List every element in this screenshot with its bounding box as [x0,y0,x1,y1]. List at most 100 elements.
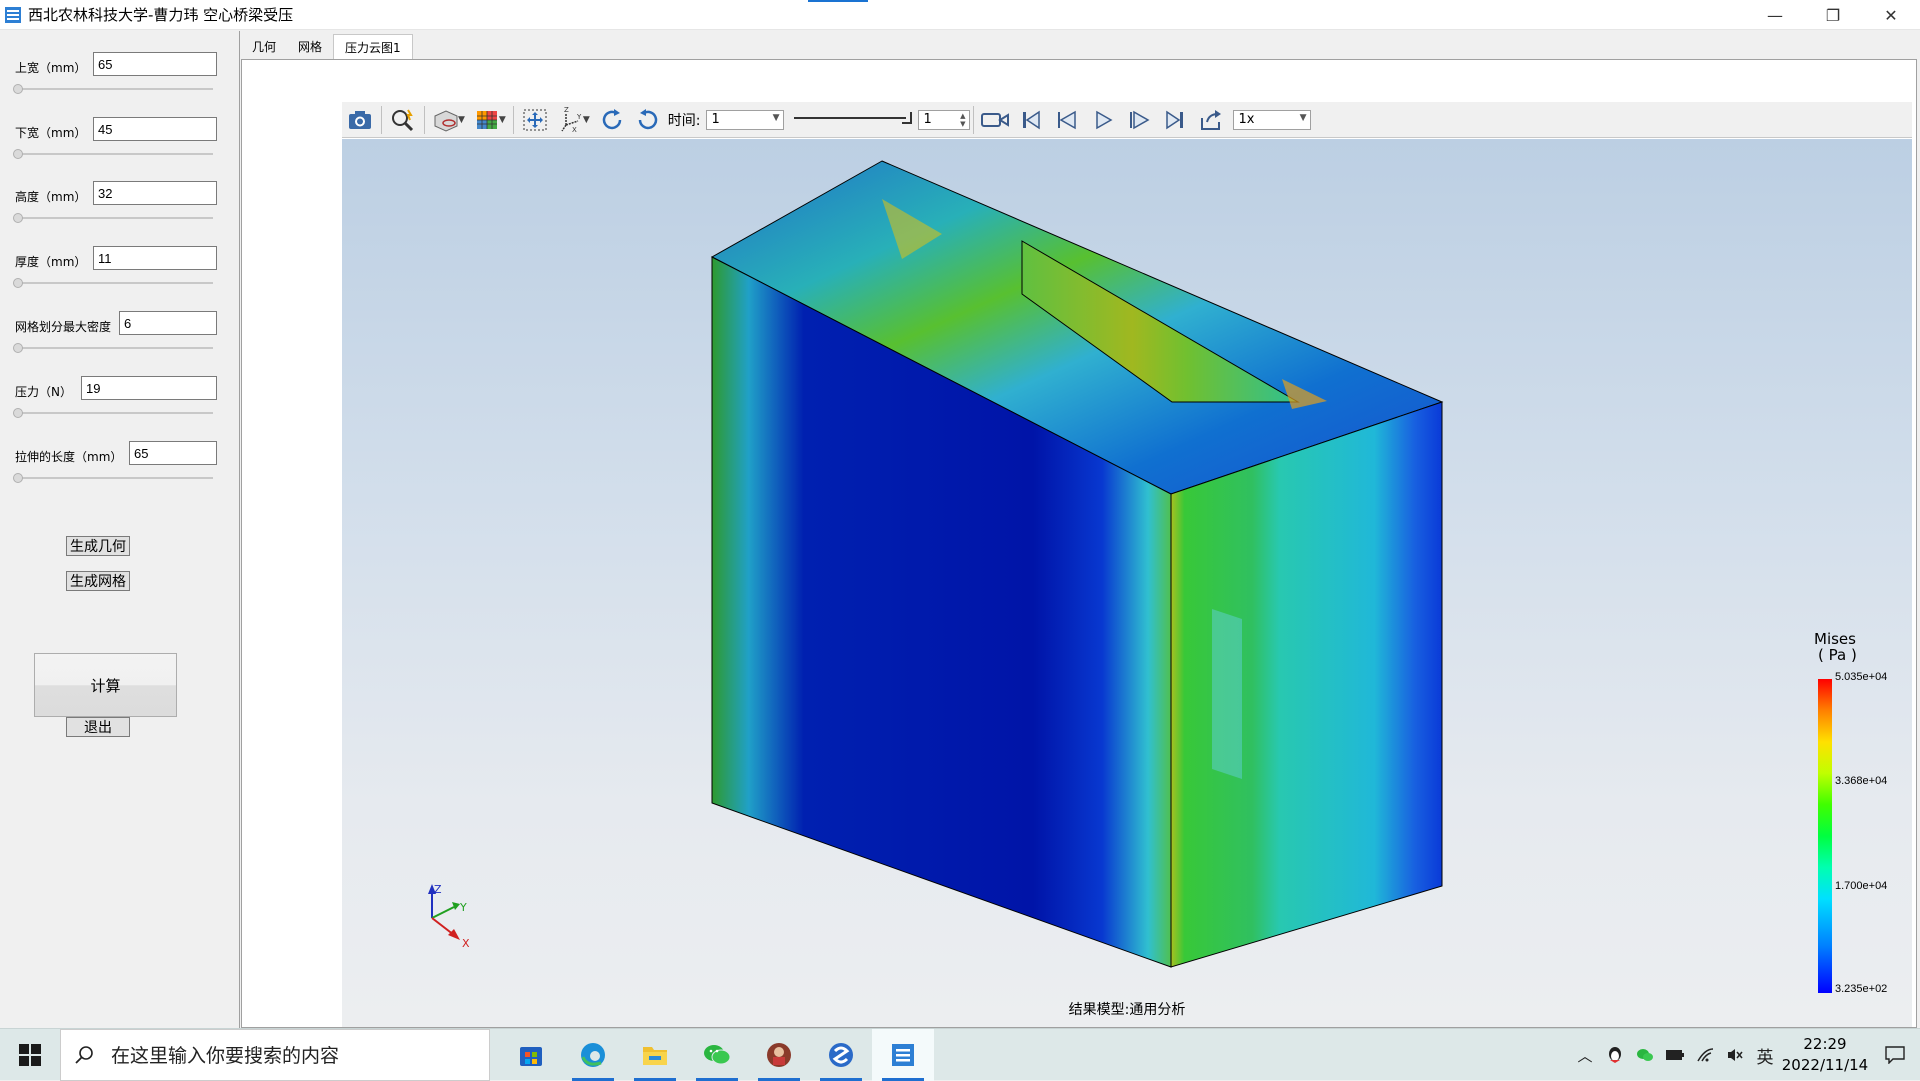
svg-text:Y: Y [576,113,582,121]
volume-muted-icon[interactable] [1720,1029,1750,1081]
axis-z-label: Z [434,883,442,896]
toolbar-separator [973,105,975,134]
chevron-down-icon[interactable]: ▼ [499,115,506,125]
pressure-input[interactable] [81,376,217,400]
mesh-density-input[interactable] [119,311,217,335]
maximize-button[interactable]: ❐ [1804,0,1862,30]
param-label: 厚度（mm） [15,255,87,269]
active-indicator [882,1077,924,1081]
pressure-slider[interactable] [13,408,23,418]
next-frame-icon[interactable] [1121,105,1157,135]
clock-date: 2022/11/14 [1781,1056,1869,1074]
slider-track [17,217,213,219]
chevron-down-icon[interactable]: ▼ [458,115,465,125]
legend-title-quantity: Mises [1814,630,1856,648]
play-icon[interactable] [1085,105,1121,135]
slider-track [17,282,213,284]
thickness-slider[interactable] [13,278,23,288]
param-label: 上宽（mm） [15,61,87,75]
tab-pressure-contour[interactable]: 压力云图1 [333,34,413,59]
legend-title-unit: ( Pa ) [1818,646,1857,664]
exit-button[interactable]: 退出 [66,717,130,737]
taskbar-explorer-icon[interactable] [624,1029,686,1081]
speed-select-value: 1x [1238,112,1255,127]
active-indicator [634,1077,676,1081]
thickness-input[interactable] [93,246,217,270]
legend-mid-high-label: 3.368e+04 [1835,775,1888,787]
record-video-icon[interactable] [977,105,1013,135]
title-bar: 西北农林科技大学-曹力玮 空心桥梁受压 — ❐ ✕ [0,0,1920,30]
legend-max-label: 5.035e+04 [1835,671,1888,683]
slider-track [17,153,213,155]
3d-viewport[interactable]: Z Y X Mises ( Pa ) 5.035e+04 3.368e+04 1… [342,139,1912,1027]
top-width-slider[interactable] [13,84,23,94]
tab-mesh[interactable]: 网格 [287,34,333,59]
bottom-width-input[interactable] [93,117,217,141]
height-slider[interactable] [13,213,23,223]
prev-frame-icon[interactable] [1049,105,1085,135]
system-clock[interactable]: 22:29 2022/11/14 [1780,1034,1870,1076]
axis-x-label: X [462,937,470,950]
close-button[interactable]: ✕ [1862,0,1920,30]
generate-mesh-button[interactable]: 生成网格 [66,571,130,591]
system-tray: ︿ 英 22:29 2022/11/14 [1570,1029,1920,1081]
mesh-density-slider[interactable] [13,343,23,353]
search-placeholder: 在这里输入你要搜索的内容 [111,1045,340,1067]
extrude-length-slider[interactable] [13,473,23,483]
taskbar-app-swirl-icon[interactable] [810,1029,872,1081]
wifi-icon[interactable] [1690,1029,1720,1081]
speed-select[interactable]: 1x ▼ [1233,109,1312,130]
zoom-icon[interactable] [385,105,421,135]
windows-start-icon[interactable] [0,1029,60,1081]
generate-geometry-button[interactable]: 生成几何 [66,536,130,556]
model-right-face [1170,401,1443,968]
param-label: 拉伸的长度（mm） [15,450,123,464]
viewer-toolbar: ▼ ▼ ZYX ▼ 时间: 1 ▼ 1 ▲ ▼ 1x ▼ [342,102,1912,138]
first-frame-icon[interactable] [1013,105,1049,135]
taskbar-app-avatar-icon[interactable] [748,1029,810,1081]
bottom-width-slider[interactable] [13,149,23,159]
time-slider[interactable] [794,110,914,130]
compute-button[interactable]: 计算 [34,653,177,717]
taskbar-store-icon[interactable] [500,1029,562,1081]
param-label: 下宽（mm） [15,126,87,140]
rotate-cw-icon[interactable] [594,105,630,135]
svg-text:Z: Z [564,107,569,114]
frame-spinbox-value: 1 [923,112,932,127]
spin-icon: ▲ ▼ [960,111,966,128]
active-indicator [696,1077,738,1081]
rotate-ccw-icon[interactable] [630,105,666,135]
active-indicator [758,1077,800,1081]
parameter-panel: 上宽（mm） 下宽（mm） 高度（mm） 厚度（mm） 网格划分最大密度 压力（… [0,31,240,1028]
stress-band [1212,609,1242,779]
chevron-up-icon[interactable]: ︿ [1570,1029,1600,1081]
frame-spinbox[interactable]: 1 ▲ ▼ [918,109,971,130]
battery-icon[interactable] [1660,1029,1690,1081]
ime-indicator[interactable]: 英 [1750,1029,1780,1081]
camera-icon[interactable] [342,105,378,135]
time-select[interactable]: 1 ▼ [706,109,785,130]
taskbar-edge-icon[interactable] [562,1029,624,1081]
taskbar-current-app-icon[interactable] [872,1028,934,1081]
qq-icon[interactable] [1600,1029,1630,1081]
fit-view-icon[interactable] [517,105,553,135]
taskbar: 在这里输入你要搜索的内容 ︿ 英 22:29 2022/11/14 [0,1028,1920,1081]
taskbar-search[interactable]: 在这里输入你要搜索的内容 [60,1028,490,1081]
time-select-value: 1 [711,112,720,127]
tab-geometry[interactable]: 几何 [241,34,287,59]
minimize-button[interactable]: — [1746,0,1804,30]
chevron-down-icon: ▼ [772,112,780,123]
chevron-down-icon[interactable]: ▼ [583,115,590,125]
toolbar-separator [424,105,425,134]
chevron-down-icon: ▼ [1299,112,1307,123]
notification-icon[interactable] [1870,1029,1920,1081]
wechat-tray-icon[interactable] [1630,1029,1660,1081]
taskbar-wechat-icon[interactable] [686,1029,748,1081]
extrude-length-input[interactable] [129,441,217,465]
height-input[interactable] [93,181,217,205]
last-frame-icon[interactable] [1157,105,1193,135]
export-icon[interactable] [1193,105,1229,135]
search-icon [75,1045,93,1064]
slider-track [17,412,213,414]
top-width-input[interactable] [93,52,217,76]
